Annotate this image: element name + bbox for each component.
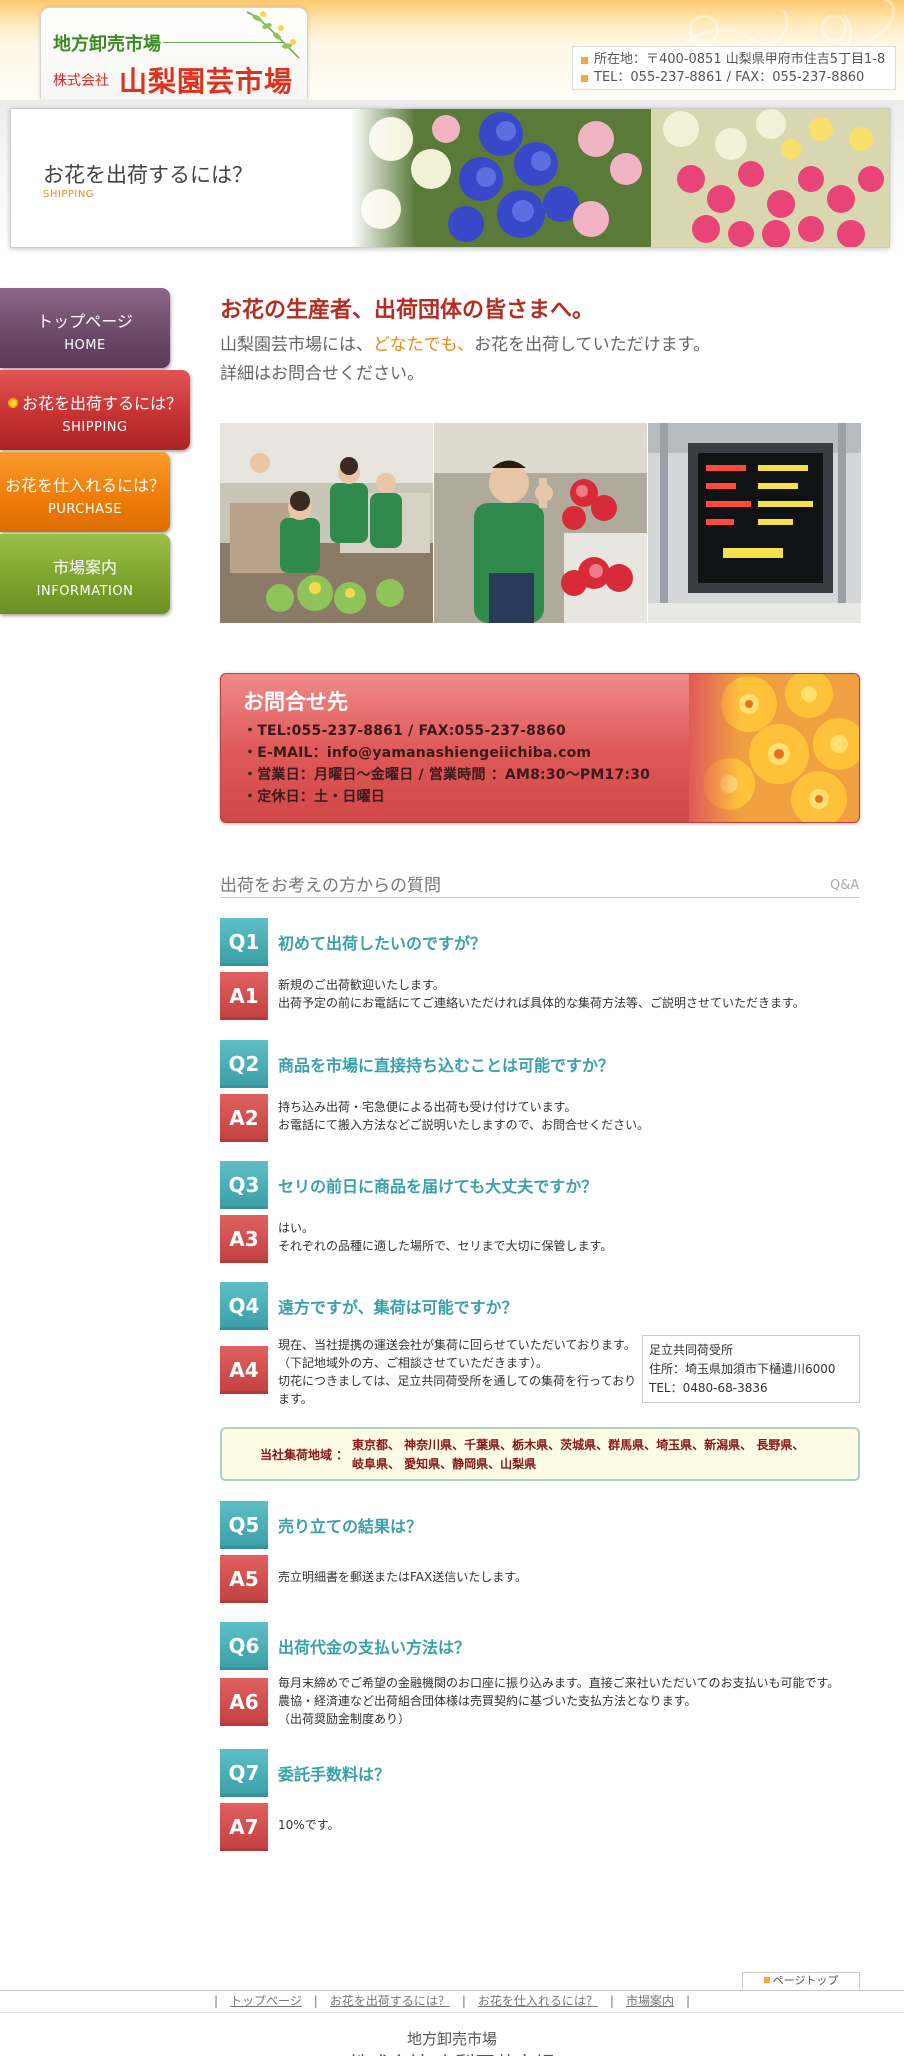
nav-purchase-button[interactable]: お花を仕入れるには？ PURCHASE [0, 452, 170, 532]
qa-section-tag: Q&A [830, 878, 860, 893]
logo-flower-icon [246, 11, 300, 59]
footer-link-information[interactable]: 市場案内 [626, 1994, 674, 2008]
question-text: セリの前日に商品を届けても大丈夫ですか？ [278, 1177, 598, 1196]
answer-badge: A6 [220, 1678, 268, 1726]
info-name: 足立共同荷受所 [649, 1343, 734, 1357]
market-photo-auction-board [648, 423, 861, 623]
site-header: 地方卸売市場 株式会社 山梨園芸市場 所在地：〒400-0851 山梨県甲府市住… [0, 0, 904, 100]
answer-badge: A7 [220, 1803, 268, 1851]
question-badge: Q4 [220, 1282, 268, 1330]
question-text: 委託手数料は？ [278, 1765, 391, 1784]
current-page-indicator-icon [7, 398, 18, 408]
bullet-icon [763, 1977, 770, 1983]
footer-logo-line2: 株式会社 山梨園芸市場 [0, 2048, 904, 2056]
nav-information-label: 市場案内 [52, 558, 117, 577]
question-text: 遠方ですが、集荷は可能ですか？ [278, 1298, 518, 1317]
intro-line-2: 山梨園芸市場には、どなたでも、お花を出荷していただけます。 [220, 335, 710, 355]
region-label: 当社集荷地域 ： [260, 1448, 349, 1462]
nav-home-button[interactable]: トップページ HOME [0, 288, 170, 368]
logo-market-type: 地方卸売市場 [53, 34, 161, 55]
contact-title: お問合せ先 [243, 690, 348, 714]
contact-email[interactable]: ・E-MAIL：info@yamanashiengeiichiba.com [243, 742, 591, 762]
nav-home-sublabel: HOME [64, 338, 106, 353]
question-text: 初めて出荷したいのですが？ [278, 934, 487, 953]
nav-information-sublabel: INFORMATION [36, 584, 134, 599]
answer-text: 売立明細書を郵送またはFAX送信いたします。 [278, 1570, 528, 1584]
nav-shipping-label: お花を出荷するには？ [21, 394, 182, 413]
intro-highlight: どなたでも、 [373, 335, 475, 355]
collection-region-box: 当社集荷地域 ： 東京都、 神奈川県、千葉県、栃木県、茨城県、群馬県、埼玉県、新… [220, 1427, 860, 1481]
footer-link-purchase[interactable]: お花を仕入れるには？ [478, 1994, 598, 2008]
site-logo[interactable]: 地方卸売市場 株式会社 山梨園芸市場 [40, 7, 308, 99]
adachi-receiving-info: 足立共同荷受所 住所：埼玉県加須市下樋遣川6000 TEL：0480-68-38… [642, 1335, 860, 1403]
footer-link-shipping[interactable]: お花を出荷するには？ [330, 1994, 450, 2008]
nav-shipping-sublabel: SHIPPING [62, 420, 128, 435]
logo-company-type: 株式会社 [53, 73, 109, 89]
address-text: 所在地：〒400-0851 山梨県甲府市住吉5丁目1-8 [594, 52, 886, 67]
info-address: 住所：埼玉県加須市下樋遣川6000 [649, 1362, 836, 1376]
answer-text: 10%です。 [278, 1818, 340, 1832]
nav-purchase-label: お花を仕入れるには？ [4, 476, 165, 495]
intro-headline: お花の生産者、出荷団体の皆さまへ。 [220, 297, 595, 323]
question-text: 商品を市場に直接持ち込むことは可能ですか？ [278, 1056, 615, 1075]
divider [0, 2012, 904, 2013]
contact-tel-fax: ・TEL:055-237-8861 / FAX:055-237-8860 [243, 723, 566, 739]
info-tel: TEL：0480-68-3836 [649, 1381, 768, 1395]
nav-information-button[interactable]: 市場案内 INFORMATION [0, 534, 170, 614]
answer-badge: A1 [220, 972, 268, 1020]
question-badge: Q3 [220, 1161, 268, 1209]
market-photo-workers [220, 423, 433, 623]
intro-line-3: 詳細はお問合せください。 [220, 364, 424, 384]
footer-nav: | トップページ | お花を出荷するには？ | お花を仕入れるには？ | 市場案内 | [213, 1994, 691, 2008]
contact-box: お問合せ先 ・TEL:055-237-8861 / FAX:055-237-88… [220, 673, 860, 823]
answer-badge: A4 [220, 1346, 268, 1394]
question-text: 売り立ての結果は？ [278, 1517, 423, 1536]
page-title: お花を出荷するには？ [43, 163, 253, 187]
market-photo-roses [434, 423, 647, 623]
question-badge: Q2 [220, 1040, 268, 1088]
tel-fax-text: TEL：055-237-8861 / FAX：055-237-8860 [594, 70, 865, 85]
question-badge: Q6 [220, 1622, 268, 1670]
page-top-button[interactable]: ページトップ [742, 1972, 860, 1990]
qa-section-heading: 出荷をお考えの方からの質問 [220, 876, 441, 896]
answer-text: 持ち込み出荷・宅急便による出荷も受け付けています。 お電話にて搬入方法などご説明… [278, 1100, 650, 1132]
region-list: 東京都、 神奈川県、千葉県、栃木県、茨城県、群馬県、埼玉県、新潟県、 長野県、 … [352, 1438, 805, 1471]
orange-flowers-image [689, 674, 859, 822]
address-box: 所在地：〒400-0851 山梨県甲府市住吉5丁目1-8 TEL：055-237… [572, 46, 896, 90]
divider [0, 1990, 904, 1991]
nav-purchase-sublabel: PURCHASE [48, 502, 122, 517]
question-text: 出荷代金の支払い方法は？ [278, 1638, 471, 1657]
bullet-icon [581, 74, 588, 82]
logo-company-name: 山梨園芸市場 [119, 65, 294, 98]
question-badge: Q5 [220, 1501, 268, 1549]
question-badge: Q7 [220, 1749, 268, 1797]
answer-badge: A3 [220, 1215, 268, 1263]
contact-holidays: ・定休日：土・日曜日 [243, 789, 385, 805]
footer-logo-line1: 地方卸売市場 [406, 2030, 497, 2048]
bullet-icon [581, 56, 588, 64]
answer-text: 現在、当社提携の運送会社が集荷に回らせていただいております。 （下記地域外の方、… [278, 1338, 637, 1406]
nav-shipping-button[interactable]: お花を出荷するには？ SHIPPING [0, 370, 190, 450]
contact-hours: ・営業日：月曜日～金曜日 / 営業時間 ：AM8:30～PM17:30 [243, 767, 651, 783]
answer-text: 新規のご出荷歓迎いたします。 出荷予定の前にお電話にてご連絡いただければ具体的な… [278, 978, 805, 1010]
answer-text: 毎月末締めでご希望の金融機関のお口座に振り込みます。直接ご来社いただいてのお支払… [278, 1676, 840, 1726]
page-banner: お花を出荷するには？ SHIPPING [10, 108, 890, 248]
divider [220, 897, 860, 898]
page-banner-area: お花を出荷するには？ SHIPPING [0, 100, 904, 260]
answer-text: はい。 それぞれの品種に適した場所で、セリまで大切に保管します。 [278, 1221, 613, 1253]
flowers-banner-image [351, 109, 889, 247]
page-subtitle: SHIPPING [43, 189, 95, 200]
footer-link-home[interactable]: トップページ [230, 1994, 302, 2008]
answer-badge: A2 [220, 1094, 268, 1142]
nav-home-label: トップページ [37, 312, 133, 331]
question-badge: Q1 [220, 918, 268, 966]
answer-badge: A5 [220, 1555, 268, 1603]
